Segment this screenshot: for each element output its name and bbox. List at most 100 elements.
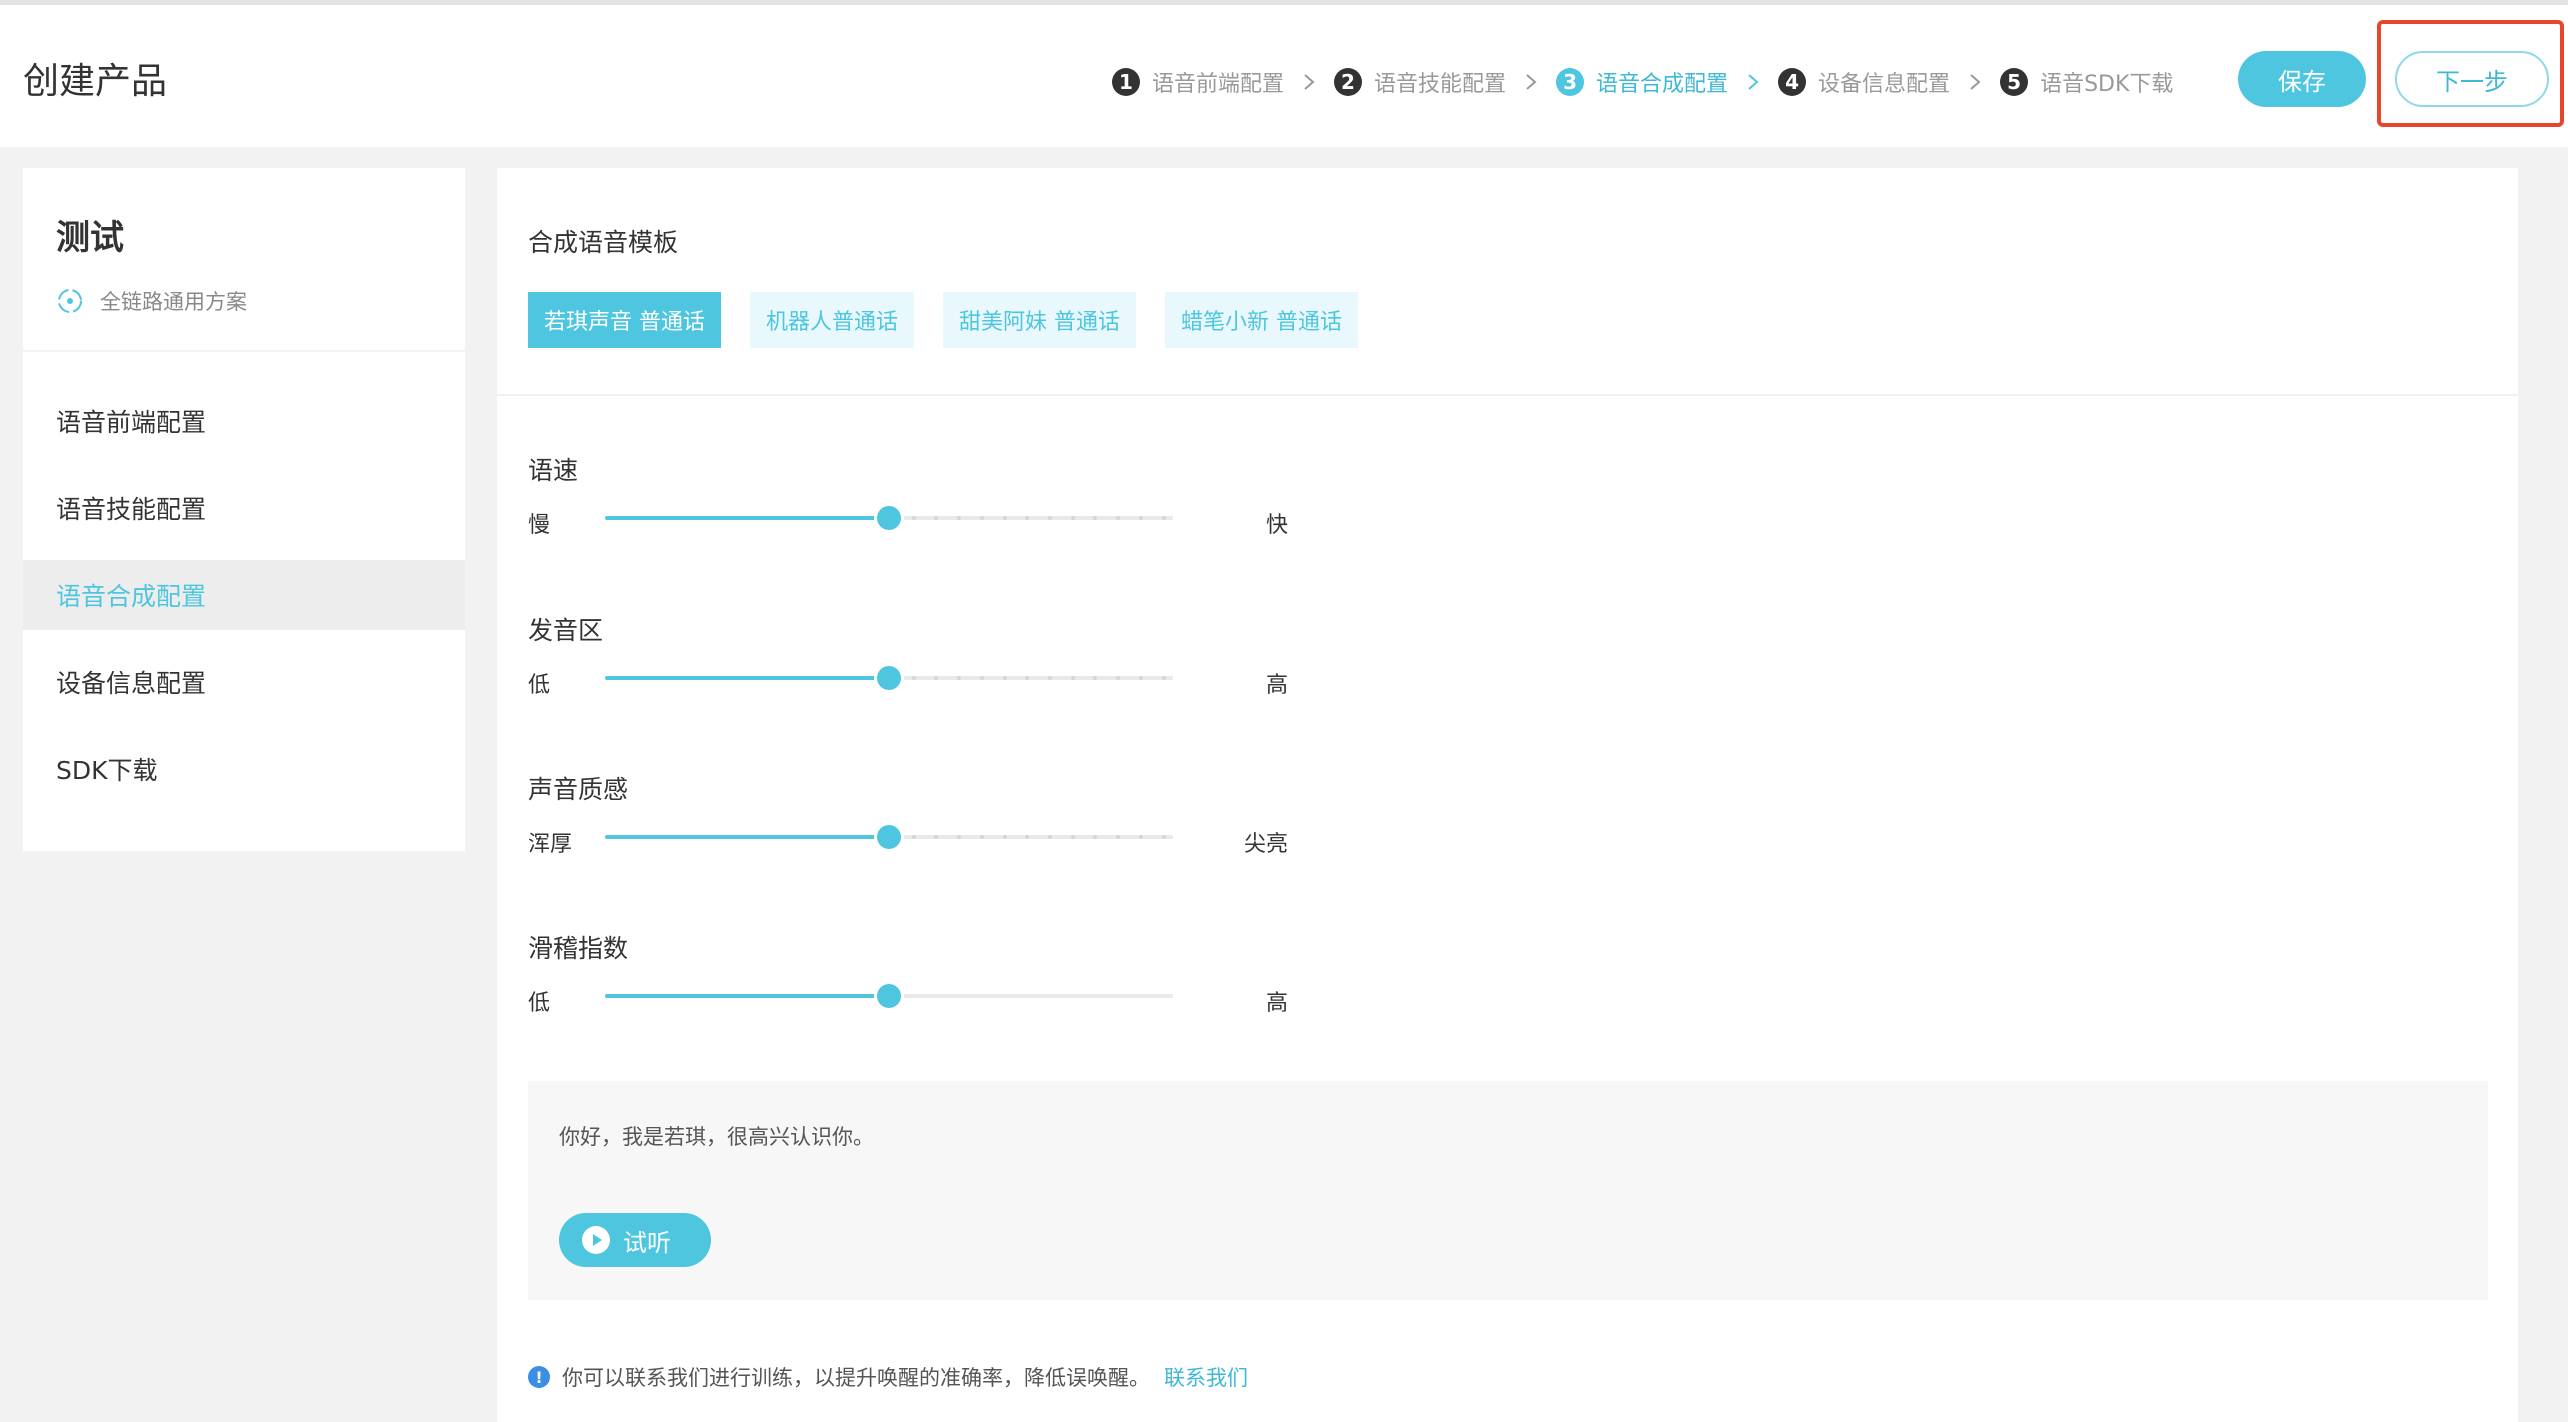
speed-slider[interactable] <box>605 506 1173 530</box>
step-2[interactable]: 2 语音技能配置 <box>1334 65 1506 99</box>
next-step-button[interactable]: 下一步 <box>2395 51 2549 107</box>
slider-tick <box>957 676 962 680</box>
slider-handle[interactable] <box>877 506 901 530</box>
template-option[interactable]: 甜美阿妹 普通话 <box>943 292 1137 348</box>
preview-box: 你好，我是若琪，很高兴认识你。 试听 <box>528 1081 2488 1300</box>
slider-handle[interactable] <box>877 984 901 1008</box>
timbre-slider[interactable] <box>605 825 1173 849</box>
divider <box>497 394 2518 396</box>
param-title: 滑稽指数 <box>528 934 629 963</box>
info-icon: ! <box>528 1366 550 1388</box>
chevron-right-icon <box>1950 65 2000 99</box>
play-label: 试听 <box>623 1228 671 1257</box>
step-label: 设备信息配置 <box>1818 72 1951 97</box>
slider-tick <box>1093 516 1098 520</box>
sidebar: 测试 全链路通用方案 语音前端配置 语音技能配置 语音合成配置 设备信息配置 S… <box>23 168 465 851</box>
step-3[interactable]: 3 语音合成配置 <box>1556 65 1728 99</box>
step-4[interactable]: 4 设备信息配置 <box>1778 65 1950 99</box>
play-button[interactable]: 试听 <box>559 1213 711 1267</box>
step-number: 1 <box>1112 68 1140 96</box>
solution-label: 全链路通用方案 <box>100 290 247 314</box>
step-number: 5 <box>2000 68 2029 96</box>
sidebar-item-frontend[interactable]: 语音前端配置 <box>23 386 465 456</box>
slider-tick <box>934 835 939 839</box>
slider-tick <box>934 676 939 680</box>
funny-slider[interactable] <box>605 984 1173 1008</box>
contact-us-link[interactable]: 联系我们 <box>1164 1362 1248 1392</box>
step-number: 3 <box>1556 68 1585 96</box>
param-title: 声音质感 <box>528 775 629 804</box>
slider-tick <box>1070 676 1075 680</box>
slider-tick <box>1138 676 1143 680</box>
step-1[interactable]: 1 语音前端配置 <box>1112 65 1284 99</box>
slider-tick <box>979 835 984 839</box>
slider-tick <box>957 516 962 520</box>
sidebar-item-skills[interactable]: 语音技能配置 <box>23 473 465 543</box>
slider-tick <box>1070 516 1075 520</box>
header-bar: 创建产品 1 语音前端配置 2 语音技能配置 3 语音合成配置 4 设备信息配置 <box>0 5 2568 147</box>
step-number: 2 <box>1334 68 1363 96</box>
save-button[interactable]: 保存 <box>2238 51 2366 107</box>
slider-tick <box>911 835 916 839</box>
slider-tick <box>1116 835 1121 839</box>
slider-tick <box>1002 676 1007 680</box>
link-chain-icon <box>58 289 82 313</box>
slider-fill <box>605 835 889 839</box>
template-option[interactable]: 蜡笔小新 普通话 <box>1165 292 1359 348</box>
sidebar-item-tts[interactable]: 语音合成配置 <box>23 560 465 630</box>
slider-fill <box>605 676 889 680</box>
slider-tick <box>1002 835 1007 839</box>
slider-tick <box>1161 516 1166 520</box>
param-high-label: 尖亮 <box>1243 832 1288 857</box>
param-high-label: 快 <box>1265 513 1288 538</box>
slider-tick <box>979 676 984 680</box>
slider-tick <box>1161 835 1166 839</box>
slider-tick <box>1048 835 1053 839</box>
chevron-right-icon <box>1506 65 1556 99</box>
param-high-label: 高 <box>1265 673 1288 698</box>
slider-fill <box>605 516 889 520</box>
param-pitch: 发音区 低 高 <box>528 611 1288 731</box>
param-low-label: 低 <box>528 673 551 698</box>
product-name: 测试 <box>56 218 124 258</box>
slider-tick <box>979 516 984 520</box>
step-number: 4 <box>1778 68 1807 96</box>
param-speed: 语速 慢 快 <box>528 451 1288 571</box>
slider-tick <box>957 835 962 839</box>
slider-tick <box>911 516 916 520</box>
pitch-slider[interactable] <box>605 666 1173 690</box>
slider-tick <box>1138 516 1143 520</box>
param-low-label: 慢 <box>528 513 551 538</box>
slider-handle[interactable] <box>877 825 901 849</box>
step-label: 语音技能配置 <box>1374 72 1507 97</box>
slider-tick <box>1138 835 1143 839</box>
slider-fill <box>605 994 889 998</box>
slider-tick <box>1116 516 1121 520</box>
sidebar-item-sdk[interactable]: SDK下载 <box>23 734 465 804</box>
slider-tick <box>1002 516 1007 520</box>
template-section-title: 合成语音模板 <box>528 228 679 257</box>
sidebar-item-device[interactable]: 设备信息配置 <box>23 647 465 717</box>
slider-tick <box>1025 676 1030 680</box>
chevron-right-icon <box>1284 65 1334 99</box>
slider-tick <box>1048 516 1053 520</box>
slider-tick <box>1025 516 1030 520</box>
page-title: 创建产品 <box>23 61 168 102</box>
param-title: 发音区 <box>528 616 604 645</box>
param-timbre: 声音质感 浑厚 尖亮 <box>528 770 1288 890</box>
slider-tick <box>934 516 939 520</box>
slider-tick <box>1070 835 1075 839</box>
preview-text[interactable]: 你好，我是若琪，很高兴认识你。 <box>559 1121 874 1151</box>
template-option[interactable]: 若琪声音 普通话 <box>528 292 721 348</box>
step-indicator: 1 语音前端配置 2 语音技能配置 3 语音合成配置 4 设备信息配置 5 语音… <box>1112 65 2173 99</box>
notice: ! 你可以联系我们进行训练，以提升唤醒的准确率，降低误唤醒。 联系我们 <box>528 1362 1248 1392</box>
divider <box>23 350 465 352</box>
solution-type: 全链路通用方案 <box>56 286 247 316</box>
slider-handle[interactable] <box>877 666 901 690</box>
play-icon <box>582 1226 610 1254</box>
step-5[interactable]: 5 语音SDK下载 <box>2000 65 2173 99</box>
template-option[interactable]: 机器人普通话 <box>750 292 915 348</box>
slider-tick <box>1025 835 1030 839</box>
step-label: 语音SDK下载 <box>2040 72 2174 97</box>
param-low-label: 低 <box>528 991 551 1016</box>
